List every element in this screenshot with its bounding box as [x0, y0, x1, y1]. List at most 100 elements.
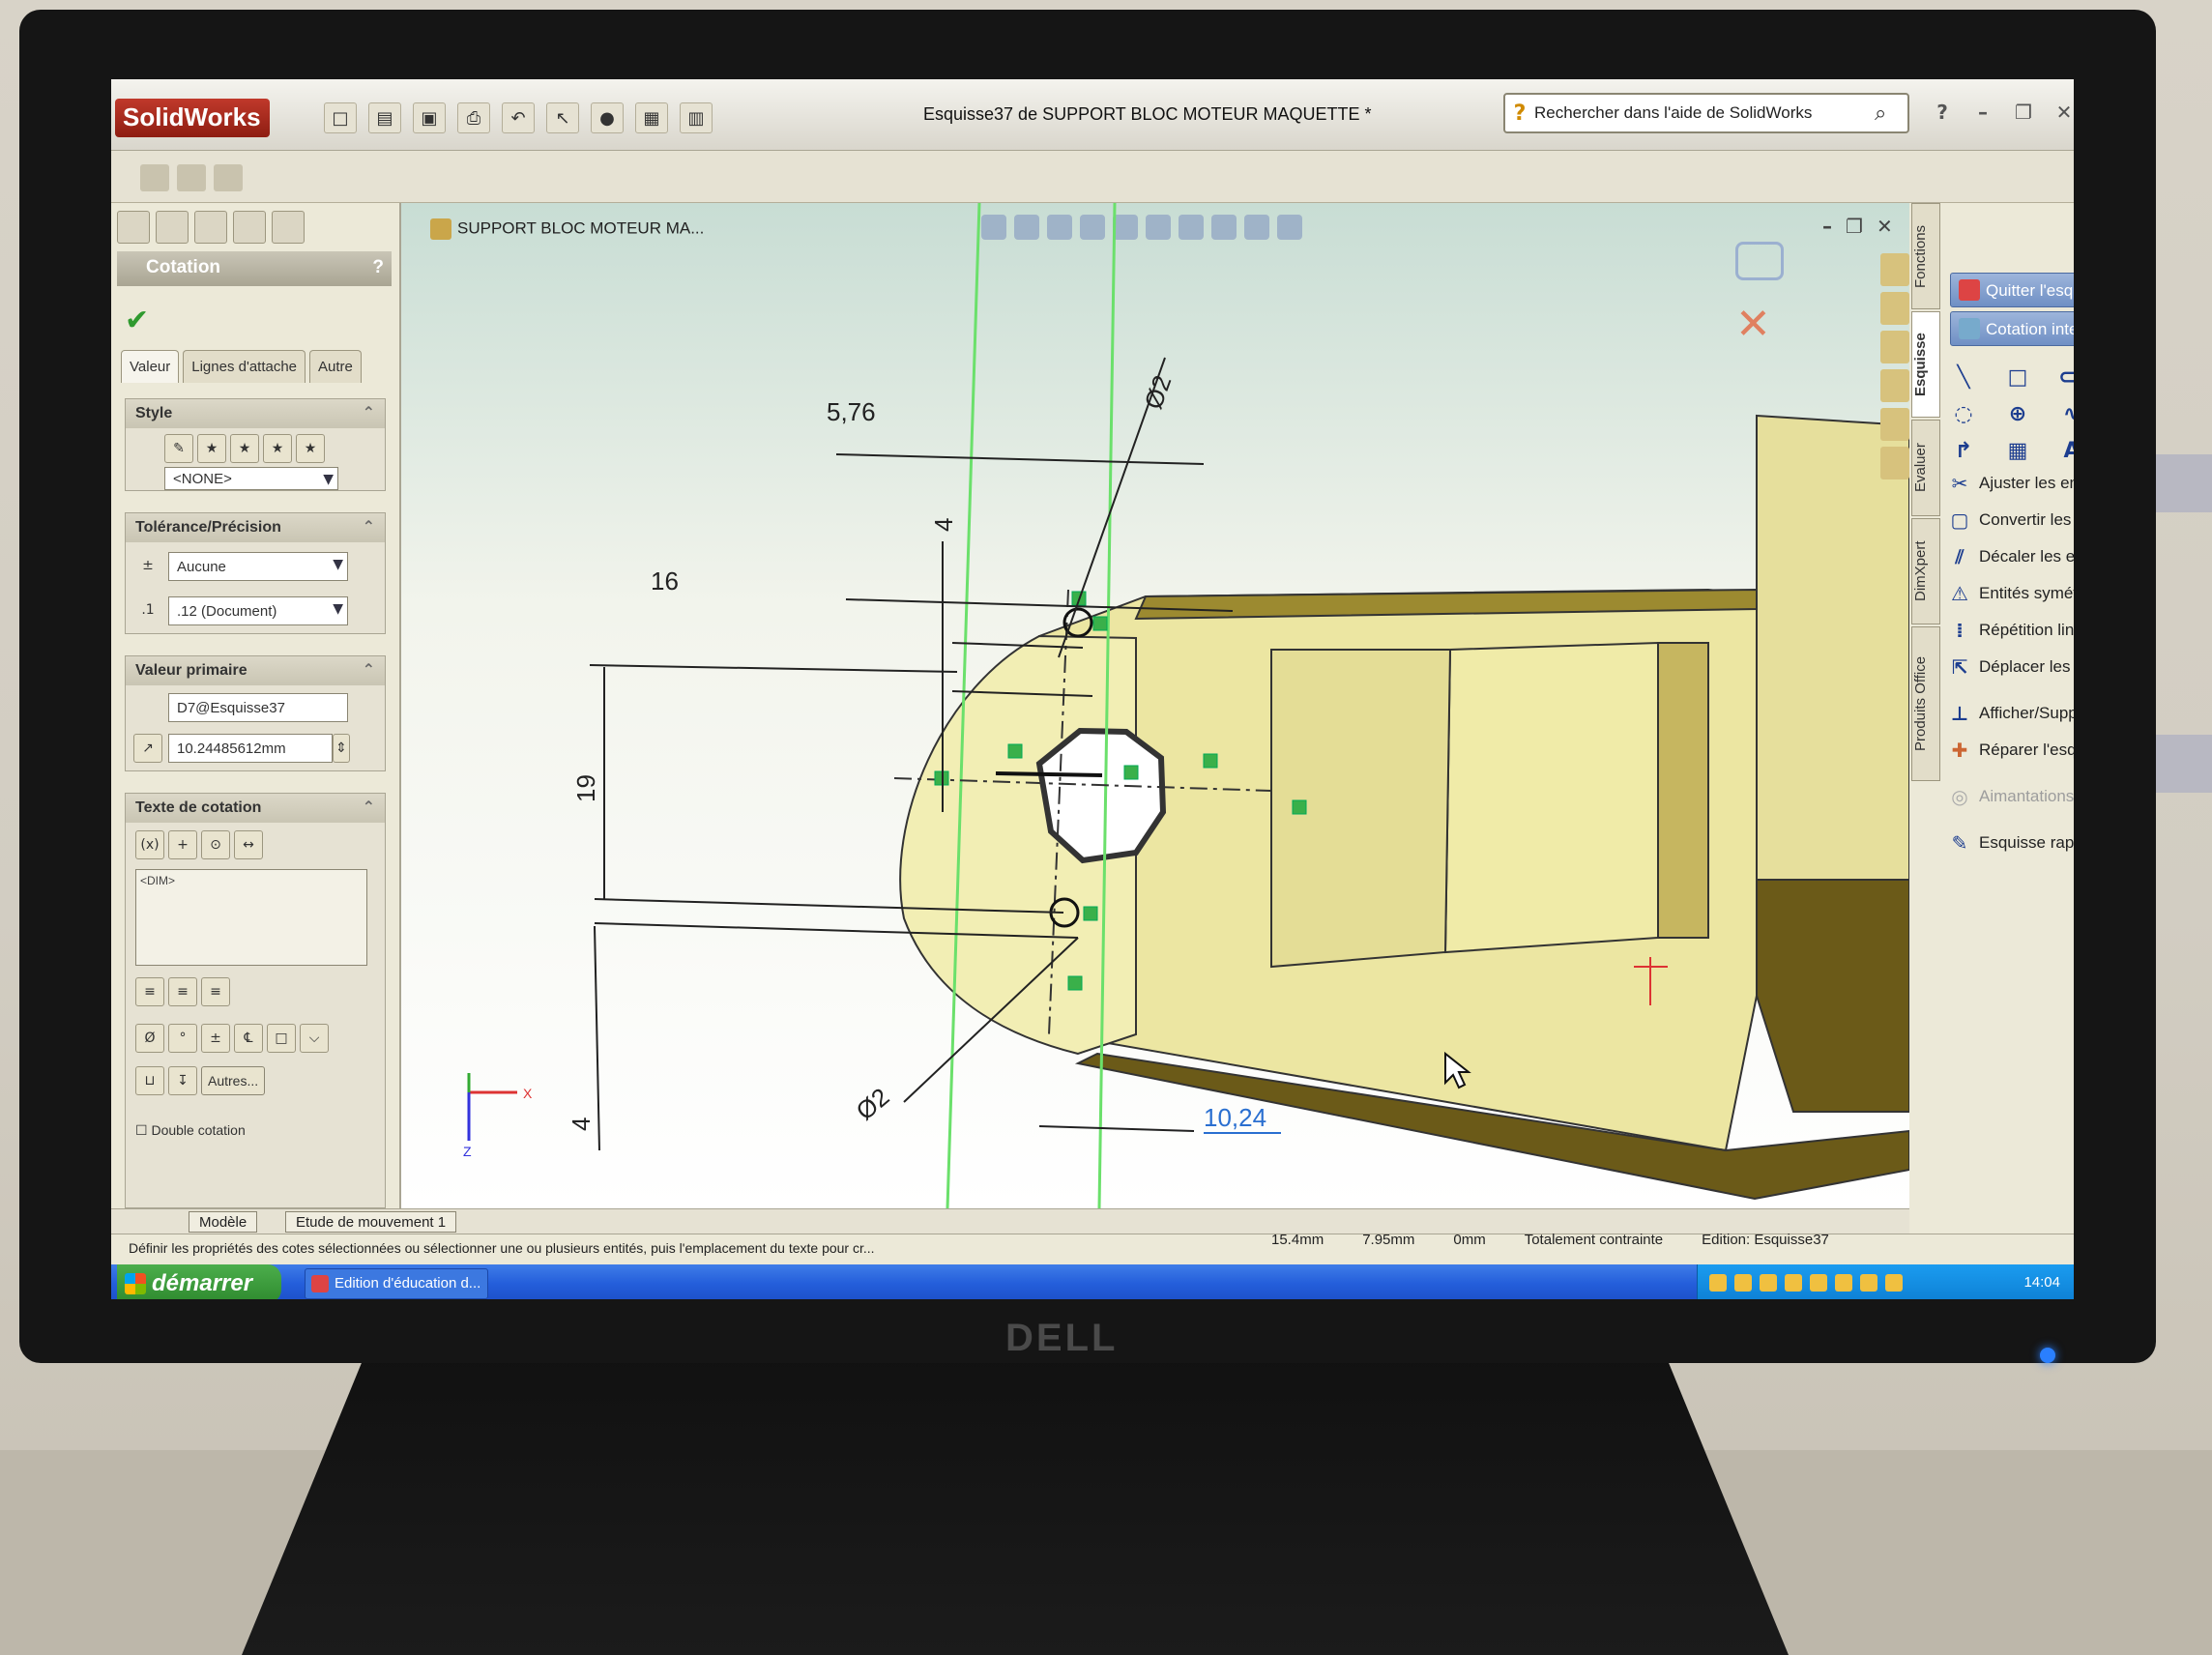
- tolerance-group-header[interactable]: Tolérance/Précision ⌃: [126, 513, 385, 542]
- spin-stepper-icon[interactable]: ⇕: [333, 734, 350, 763]
- square-symbol-icon[interactable]: □: [267, 1024, 296, 1053]
- repair-sketch-command[interactable]: ✚ Réparer l'esquisse: [1942, 733, 2074, 769]
- toolbar-icon[interactable]: [214, 164, 243, 191]
- dimension-4-top[interactable]: 4: [929, 518, 958, 532]
- start-button[interactable]: démarrer: [117, 1264, 281, 1299]
- offset-entities-command[interactable]: ⫽ Décaler les entités: [1942, 539, 2074, 576]
- centerline-symbol-icon[interactable]: ℄: [234, 1024, 263, 1053]
- align-right-icon[interactable]: ≡: [201, 977, 230, 1006]
- more-symbols-button[interactable]: Autres...: [201, 1066, 266, 1095]
- mirror-entities-command[interactable]: ⚠ Entités symétriques: [1942, 576, 2074, 613]
- smart-dimension-button[interactable]: Cotation intelligente: [1950, 311, 2074, 346]
- collapse-chevron-icon[interactable]: ⌃: [363, 798, 375, 816]
- taskbar-item-solidworks[interactable]: Edition d'éducation d...: [305, 1268, 488, 1299]
- precision-select[interactable]: .12 (Document) ▼: [168, 596, 348, 625]
- quick-snaps-command[interactable]: ◎ Aimantations instan...: [1942, 779, 2074, 816]
- display-manager-tab[interactable]: [272, 211, 305, 244]
- dimension-16[interactable]: 16: [651, 566, 679, 595]
- undo-icon[interactable]: ↶: [502, 102, 535, 133]
- dimension-name-field[interactable]: D7@Esquisse37: [168, 693, 348, 722]
- exit-sketch-button[interactable]: Quitter l'esquisse: [1950, 273, 2074, 307]
- center-dimension-icon[interactable]: +: [168, 830, 197, 859]
- open-folder-icon[interactable]: ▤: [368, 102, 401, 133]
- rectangle-icon[interactable]: □: [2004, 365, 2031, 392]
- configuration-manager-tab[interactable]: [194, 211, 227, 244]
- save-icon[interactable]: ▣: [413, 102, 446, 133]
- inspection-dimension-icon[interactable]: ⊙: [201, 830, 230, 859]
- tab-leaders[interactable]: Lignes d'attache: [183, 350, 306, 383]
- tray-icon[interactable]: [1860, 1274, 1877, 1292]
- minimize-icon[interactable]: –: [1969, 101, 1996, 128]
- toolbar-icon[interactable]: [140, 164, 169, 191]
- display-relations-command[interactable]: ⊥ Afficher/Supprimer l...: [1942, 696, 2074, 733]
- security-icon[interactable]: [1885, 1274, 1903, 1292]
- close-icon[interactable]: ✕: [2051, 101, 2074, 128]
- tray-icon[interactable]: [1734, 1274, 1752, 1292]
- help-menu-icon[interactable]: ?: [1929, 101, 1956, 128]
- trim-entities-command[interactable]: ✂ Ajuster les entités: [1942, 466, 2074, 503]
- check-icon[interactable]: ✔: [125, 304, 149, 337]
- tab-motion-study[interactable]: Etude de mouvement 1: [285, 1211, 457, 1233]
- plus-minus-symbol-icon[interactable]: ±: [201, 1024, 230, 1053]
- add-style-icon[interactable]: ★: [197, 434, 226, 463]
- dimension-diameter-top[interactable]: Ø2: [1138, 371, 1177, 413]
- tab-office-products[interactable]: Produits Office: [1911, 626, 1940, 781]
- primary-value-group-header[interactable]: Valeur primaire ⌃: [126, 656, 385, 685]
- dimension-19[interactable]: 19: [571, 774, 600, 802]
- tray-icon[interactable]: [1835, 1274, 1852, 1292]
- tab-model[interactable]: Modèle: [189, 1211, 258, 1233]
- offset-text-icon[interactable]: ↔: [234, 830, 263, 859]
- dimension-4-bottom[interactable]: 4: [567, 1118, 596, 1131]
- file-explorer-icon[interactable]: [1880, 369, 1909, 402]
- dimxpert-manager-tab[interactable]: [233, 211, 266, 244]
- spline-icon[interactable]: ∿: [2058, 402, 2074, 429]
- apply-style-icon[interactable]: ✎: [164, 434, 193, 463]
- custom-properties-icon[interactable]: [1880, 447, 1909, 479]
- plane-icon[interactable]: ▦: [2004, 439, 2031, 466]
- sketch-line[interactable]: [995, 771, 1103, 777]
- tab-value[interactable]: Valeur: [121, 350, 180, 383]
- cad-sketch[interactable]: 5,76 Ø2 4 16 19 4 Ø2 10,24 X Z: [401, 203, 1909, 1208]
- dimension-value-field[interactable]: 10.24485612mm: [168, 734, 333, 763]
- graphics-area[interactable]: SUPPORT BLOC MOTEUR MA... – ❐ ✕ ✕ 5,76 Ø…: [401, 203, 1909, 1208]
- save-style-icon[interactable]: ★: [263, 434, 292, 463]
- tray-icon[interactable]: [1760, 1274, 1777, 1292]
- appearances-icon[interactable]: [1880, 408, 1909, 441]
- collapse-chevron-icon[interactable]: ⌃: [363, 660, 375, 679]
- tab-evaluate[interactable]: Evaluer: [1911, 420, 1940, 516]
- home-icon[interactable]: [1880, 253, 1909, 286]
- restore-icon[interactable]: ❐: [2010, 101, 2037, 128]
- feature-manager-tab[interactable]: [117, 211, 150, 244]
- dimension-10-24-active[interactable]: 10,24: [1204, 1103, 1266, 1132]
- linear-pattern-command[interactable]: ⁞ Répétition linéaire d...: [1942, 613, 2074, 650]
- dimension-5-76[interactable]: 5,76: [827, 397, 876, 426]
- design-library-icon[interactable]: [1880, 331, 1909, 363]
- tray-icon[interactable]: [1709, 1274, 1727, 1292]
- collapse-chevron-icon[interactable]: ⌃: [363, 403, 375, 421]
- tab-sketch[interactable]: Esquisse: [1911, 311, 1940, 418]
- line-icon[interactable]: ╲: [1950, 365, 1977, 392]
- delete-style-icon[interactable]: ★: [230, 434, 259, 463]
- volume-icon[interactable]: [1785, 1274, 1802, 1292]
- search-icon[interactable]: ⌕: [1875, 102, 1907, 126]
- align-left-icon[interactable]: ≡: [135, 977, 164, 1006]
- file-properties-icon[interactable]: ▦: [635, 102, 668, 133]
- style-group-header[interactable]: Style ⌃: [126, 399, 385, 428]
- help-icon[interactable]: ?: [372, 257, 384, 278]
- dimension-diameter-bottom[interactable]: Ø2: [851, 1082, 895, 1125]
- dimension-text-group-header[interactable]: Texte de cotation ⌃: [126, 794, 385, 823]
- collapse-chevron-icon[interactable]: ⌃: [363, 517, 375, 536]
- toolbar-icon[interactable]: [177, 164, 206, 191]
- select-arrow-icon[interactable]: ↖: [546, 102, 579, 133]
- polygon-icon[interactable]: ⊕: [2004, 402, 2031, 429]
- add-parentheses-icon[interactable]: (x): [135, 830, 164, 859]
- print-icon[interactable]: ⎙: [457, 102, 490, 133]
- countersink-symbol-icon[interactable]: ⌵: [300, 1024, 329, 1053]
- counterbore-symbol-icon[interactable]: ⊔: [135, 1066, 164, 1095]
- property-manager-tab[interactable]: [156, 211, 189, 244]
- help-search-text[interactable]: Rechercher dans l'aide de SolidWorks: [1534, 103, 1875, 123]
- rapid-sketch-command[interactable]: ✎ Esquisse rapide: [1942, 826, 2074, 862]
- depth-symbol-icon[interactable]: ↧: [168, 1066, 197, 1095]
- degree-symbol-icon[interactable]: °: [168, 1024, 197, 1053]
- new-document-icon[interactable]: □: [324, 102, 357, 133]
